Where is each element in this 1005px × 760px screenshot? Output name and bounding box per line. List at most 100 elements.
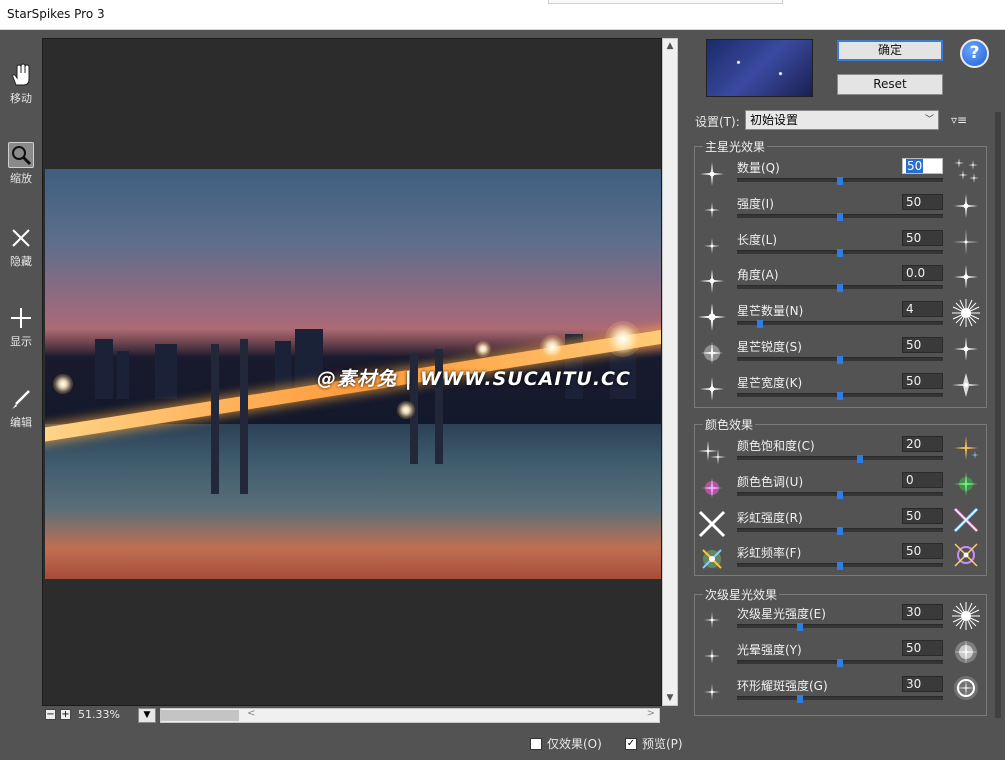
magnifier-icon [8,142,34,168]
slider-knob[interactable] [837,562,843,571]
param-value-input[interactable]: 50 [902,507,943,524]
param-label: 角度(A) [737,268,779,283]
star-style-icon[interactable] [951,601,983,633]
tool-zoom[interactable]: 缩放 [3,142,39,200]
param-label: 强度(I) [737,196,774,211]
star-style-icon[interactable] [951,637,983,669]
star-style-icon[interactable] [951,155,983,187]
secondary-star-group: 次级星光效果 次级星光强度(E) 30 光晕强度(Y) 50 环形耀斑强度(G) 30 [694,586,987,716]
star-style-icon[interactable] [951,469,983,501]
param-value-input[interactable]: 50 [902,158,943,174]
param-row: 彩虹频率(F) 50 [695,538,988,574]
slider-knob[interactable] [837,212,843,221]
checkmark-icon[interactable]: ✓ [625,737,637,750]
reset-button[interactable]: Reset [837,74,943,95]
scroll-thumb[interactable] [161,710,239,721]
param-label: 次级星光强度(E) [737,607,826,621]
preview-canvas[interactable]: @素材兔 | WWW.SUCAITU.CC [42,38,662,706]
param-row: 星芒锐度(S) 50 [695,332,988,368]
param-slider[interactable] [737,658,943,667]
settings-menu-icon[interactable]: ▿≡ [951,113,967,127]
param-slider[interactable] [737,212,943,221]
slider-knob[interactable] [757,320,763,329]
param-slider[interactable] [737,526,943,535]
param-value-input[interactable]: 50 [902,639,943,656]
vertical-scrollbar[interactable]: ▲ ▼ [662,38,678,706]
param-value-input[interactable]: 30 [902,604,943,620]
preview-checkbox[interactable]: ✓ 预览(P) [625,735,683,752]
slider-knob[interactable] [837,490,843,499]
param-slider[interactable] [737,391,943,400]
param-slider[interactable] [737,248,943,257]
slider-knob[interactable] [837,391,843,400]
star-style-icon[interactable] [951,540,983,572]
tool-hide[interactable]: 隐藏 [3,225,39,283]
param-slider[interactable] [737,284,943,293]
star-style-icon[interactable] [951,191,983,223]
param-slider[interactable] [737,356,943,364]
popup-edge [548,0,783,4]
panel-scrollbar[interactable] [995,112,1001,718]
zoom-out-button[interactable]: − [45,709,56,720]
ok-button[interactable]: 确定 [837,40,943,61]
param-value-input[interactable]: 50 [902,337,943,353]
param-value: 50 [906,230,922,245]
param-slider[interactable] [737,562,943,571]
star-style-icon[interactable] [951,505,983,537]
param-value-input[interactable]: 50 [902,229,943,246]
param-value: 20 [906,437,922,451]
param-slider[interactable] [737,455,943,463]
tool-move[interactable]: 移动 [3,62,39,120]
settings-select[interactable]: 初始设置 ﹀ [745,110,939,130]
slider-knob[interactable] [857,455,863,463]
star-style-icon[interactable] [951,262,983,294]
tool-edit[interactable]: 编辑 [3,386,39,444]
param-slider[interactable] [737,623,943,631]
tool-show[interactable]: 显示 [3,305,39,363]
help-icon[interactable]: ? [960,39,989,68]
star-style-icon[interactable] [951,334,983,366]
zoom-in-button[interactable]: + [60,709,71,720]
param-value-input[interactable]: 20 [902,436,943,452]
scroll-down-icon[interactable]: ▼ [665,693,675,703]
scroll-right-icon[interactable]: > [647,708,655,719]
param-value-input[interactable]: 50 [902,193,943,210]
param-value-input[interactable]: 50 [902,372,943,389]
param-slider[interactable] [737,177,943,185]
star-preview-icon [697,605,727,635]
checkbox-box[interactable] [530,737,542,750]
param-value-input[interactable]: 4 [902,301,943,318]
star-preview-icon [697,195,727,225]
scroll-up-icon[interactable]: ▲ [665,41,675,51]
param-row: 长度(L) 50 [695,225,988,261]
star-preview-icon [697,473,727,503]
param-slider[interactable] [737,694,943,703]
preview-label: 预览(P) [642,737,683,751]
slider-knob[interactable] [837,248,843,257]
param-value-input[interactable]: 50 [902,543,943,560]
star-style-icon[interactable] [951,298,983,330]
param-value-input[interactable]: 0 [902,471,943,488]
param-row: 强度(I) 50 [695,189,988,225]
param-slider[interactable] [737,320,943,329]
slider-knob[interactable] [837,284,843,293]
star-style-icon[interactable] [951,433,983,465]
slider-knob[interactable] [837,356,843,364]
param-value-input[interactable]: 30 [902,675,943,692]
effect-only-checkbox[interactable]: 仅效果(O) [530,735,602,752]
slider-knob[interactable] [837,177,843,185]
star-style-icon[interactable] [951,370,983,402]
star-style-icon[interactable] [951,227,983,259]
slider-knob[interactable] [837,658,843,667]
slider-knob[interactable] [797,623,803,631]
param-slider[interactable] [737,490,943,499]
param-value-input[interactable]: 0.0 [902,265,943,282]
param-row: 角度(A) 0.0 [695,260,988,296]
scroll-left-icon[interactable]: < [247,708,255,719]
slider-knob[interactable] [797,694,803,703]
slider-knob[interactable] [837,526,843,535]
param-row: 彩虹强度(R) 50 [695,503,988,539]
horizontal-scrollbar[interactable]: < > [160,708,660,723]
zoom-dropdown-icon[interactable]: ▼ [138,708,156,723]
star-style-icon[interactable] [951,673,983,705]
